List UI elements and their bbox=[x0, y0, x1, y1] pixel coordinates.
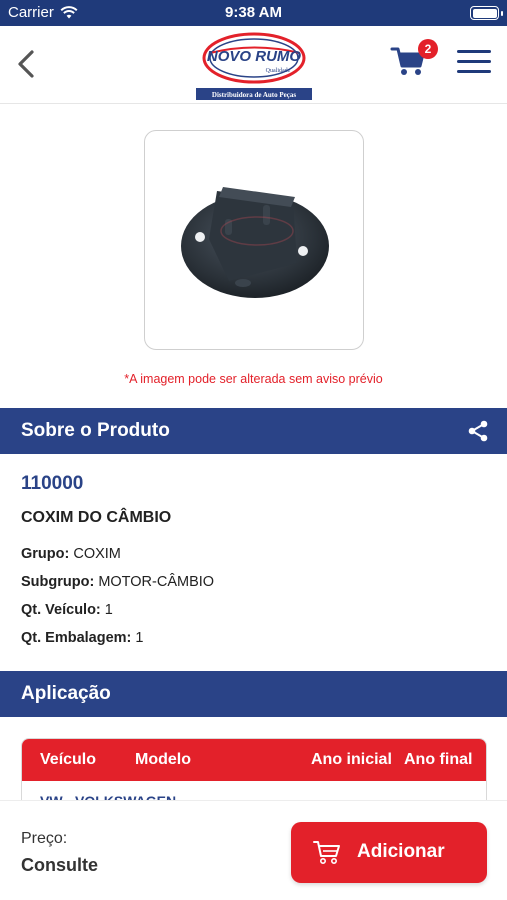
product-code: 110000 bbox=[21, 473, 84, 494]
cart-button[interactable]: 2 bbox=[390, 39, 438, 82]
column-header-ano-inicial: Ano inicial bbox=[311, 751, 392, 768]
column-header-modelo: Modelo bbox=[135, 751, 191, 768]
hamburger-menu-button[interactable] bbox=[457, 50, 491, 78]
add-to-cart-button[interactable]: Adicionar bbox=[291, 822, 487, 883]
spec-subgrupo: Subgrupo: MOTOR-CÂMBIO bbox=[21, 574, 214, 590]
svg-text:Distribuidora de Auto Peças: Distribuidora de Auto Peças bbox=[212, 91, 296, 99]
spec-grupo: Grupo: COXIM bbox=[21, 546, 121, 562]
spec-value: COXIM bbox=[73, 546, 121, 562]
spec-qt-embalagem: Qt. Embalagem: 1 bbox=[21, 630, 144, 646]
spec-label: Qt. Veículo: bbox=[21, 602, 101, 618]
product-name: COXIM DO CÂMBIO bbox=[21, 509, 172, 526]
about-product-header: Sobre o Produto bbox=[0, 408, 507, 454]
chevron-left-icon bbox=[18, 50, 34, 78]
status-time: 9:38 AM bbox=[225, 4, 282, 21]
application-title: Aplicação bbox=[21, 683, 111, 704]
spec-qt-veiculo: Qt. Veículo: 1 bbox=[21, 602, 113, 618]
spec-label: Subgrupo: bbox=[21, 574, 95, 590]
spec-value: MOTOR-CÂMBIO bbox=[98, 574, 215, 590]
battery-icon bbox=[470, 6, 503, 20]
application-header: Aplicação bbox=[0, 671, 507, 717]
bottom-bar: Preço: Consulte Adicionar bbox=[0, 800, 507, 900]
table-header-row: Veículo Modelo Ano inicial Ano final bbox=[22, 739, 486, 781]
menu-line bbox=[457, 70, 491, 73]
spec-label: Grupo: bbox=[21, 546, 70, 562]
share-icon bbox=[468, 420, 488, 442]
spec-value: 1 bbox=[104, 602, 113, 618]
about-product-title: Sobre o Produto bbox=[21, 420, 170, 441]
back-button[interactable] bbox=[12, 46, 42, 82]
svg-text:NOVO RUMO: NOVO RUMO bbox=[207, 48, 302, 65]
menu-line bbox=[457, 50, 491, 53]
column-header-veiculo: Veículo bbox=[40, 751, 97, 768]
add-button-label: Adicionar bbox=[357, 841, 445, 862]
svg-text:Qualidade: Qualidade bbox=[266, 68, 291, 74]
brand-logo: NOVO RUMO Qualidade Distribuidora de Aut… bbox=[196, 30, 312, 102]
menu-line bbox=[457, 60, 491, 63]
cart-count-badge: 2 bbox=[418, 39, 438, 59]
image-disclaimer: *A imagem pode ser alterada sem aviso pr… bbox=[124, 372, 383, 386]
cart-icon bbox=[313, 841, 340, 864]
price-label: Preço: bbox=[21, 830, 68, 847]
price-value: Consulte bbox=[21, 855, 99, 875]
spec-value: 1 bbox=[135, 630, 144, 646]
status-bar: Carrier 9:38 AM bbox=[0, 0, 507, 26]
column-header-ano-final: Ano final bbox=[404, 751, 473, 768]
spec-label: Qt. Embalagem: bbox=[21, 630, 132, 646]
share-button[interactable] bbox=[467, 420, 489, 442]
product-image[interactable] bbox=[144, 130, 364, 350]
top-nav: NOVO RUMO Qualidade Distribuidora de Aut… bbox=[0, 26, 507, 104]
